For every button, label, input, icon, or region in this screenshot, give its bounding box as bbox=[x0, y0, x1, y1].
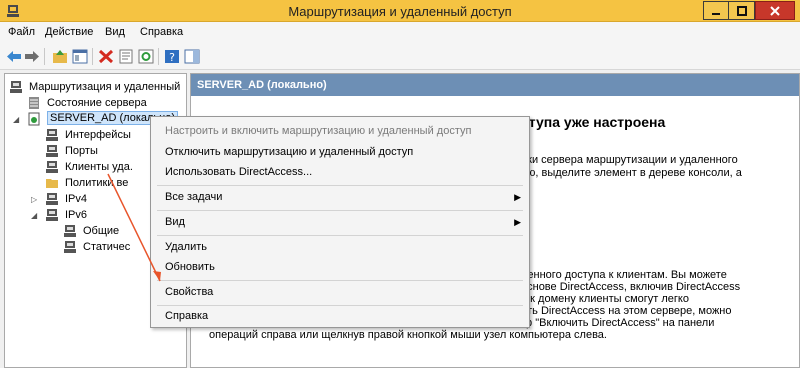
menu-item-all-tasks[interactable]: Все задачи bbox=[165, 191, 222, 203]
title-bar: Маршрутизация и удаленный доступ bbox=[0, 0, 800, 22]
close-button[interactable] bbox=[755, 1, 795, 20]
minimize-button[interactable] bbox=[703, 1, 729, 20]
menu-item-disable[interactable]: Отключить маршрутизацию и удаленный дост… bbox=[165, 146, 413, 158]
expand-arrow-icon[interactable]: ◢ bbox=[13, 115, 19, 124]
menu-action[interactable]: Действие bbox=[45, 26, 93, 38]
minimize-icon bbox=[712, 12, 720, 15]
svg-text:?: ? bbox=[169, 51, 175, 64]
help-icon[interactable]: ? bbox=[164, 49, 180, 64]
details-text-line: йки сервера маршрутизации и удаленного bbox=[521, 154, 738, 166]
refresh-icon[interactable] bbox=[138, 49, 154, 64]
tree-node-root[interactable]: Маршрутизация и удаленный bbox=[9, 79, 186, 95]
show-hide-tree-icon[interactable] bbox=[72, 49, 88, 64]
menu-item-help[interactable]: Справка bbox=[165, 310, 208, 322]
action-pane-icon[interactable] bbox=[184, 49, 200, 64]
maximize-button[interactable] bbox=[729, 1, 755, 20]
interfaces-icon bbox=[46, 129, 58, 141]
routing-server-icon bbox=[10, 81, 22, 93]
toolbar: ? bbox=[0, 42, 800, 70]
details-header: SERVER_AD (локально) bbox=[191, 74, 799, 96]
delete-icon[interactable] bbox=[98, 49, 114, 64]
menu-item-refresh[interactable]: Обновить bbox=[165, 261, 215, 273]
submenu-arrow-icon: ▶ bbox=[514, 192, 521, 202]
ipv6-icon bbox=[46, 209, 58, 221]
maximize-icon bbox=[736, 5, 747, 16]
general-icon bbox=[64, 225, 76, 237]
ipv4-icon bbox=[46, 193, 58, 205]
server-icon bbox=[28, 112, 40, 126]
menu-item-view[interactable]: Вид bbox=[165, 216, 185, 228]
close-icon bbox=[770, 5, 780, 16]
folder-icon bbox=[46, 179, 58, 188]
forward-icon[interactable] bbox=[24, 49, 40, 64]
static-routes-icon bbox=[64, 241, 76, 253]
menu-item-directaccess[interactable]: Использовать DirectAccess... bbox=[165, 166, 312, 178]
window-title: Маршрутизация и удаленный доступ bbox=[288, 4, 512, 19]
menu-help[interactable]: Справка bbox=[140, 26, 183, 38]
menu-file[interactable]: Файл bbox=[8, 26, 35, 38]
context-menu: Настроить и включить маршрутизацию и уда… bbox=[150, 116, 530, 328]
details-text-line: операций справа или щелкнув правой кнопк… bbox=[209, 329, 607, 341]
expand-arrow-icon[interactable]: ▷ bbox=[31, 195, 37, 204]
server-status-icon bbox=[29, 97, 39, 109]
clients-icon bbox=[46, 161, 58, 173]
menu-view[interactable]: Вид bbox=[105, 26, 125, 38]
properties-icon[interactable] bbox=[118, 49, 134, 64]
details-heading: ступа уже настроена bbox=[521, 114, 666, 130]
ports-icon bbox=[46, 145, 58, 157]
tree-node-server-status[interactable]: Состояние сервера bbox=[27, 95, 186, 111]
collapse-arrow-icon[interactable]: ◢ bbox=[31, 211, 37, 220]
menu-item-configure[interactable]: Настроить и включить маршрутизацию и уда… bbox=[165, 125, 471, 137]
menu-bar: Файл Действие Вид Справка bbox=[0, 22, 800, 42]
submenu-arrow-icon: ▶ bbox=[514, 217, 521, 227]
up-folder-icon[interactable] bbox=[52, 49, 68, 64]
back-icon[interactable] bbox=[6, 49, 22, 64]
details-text-line: ию, выделите элемент в дереве консоли, а bbox=[521, 167, 742, 179]
menu-item-delete[interactable]: Удалить bbox=[165, 241, 207, 253]
menu-item-properties[interactable]: Свойства bbox=[165, 286, 213, 298]
